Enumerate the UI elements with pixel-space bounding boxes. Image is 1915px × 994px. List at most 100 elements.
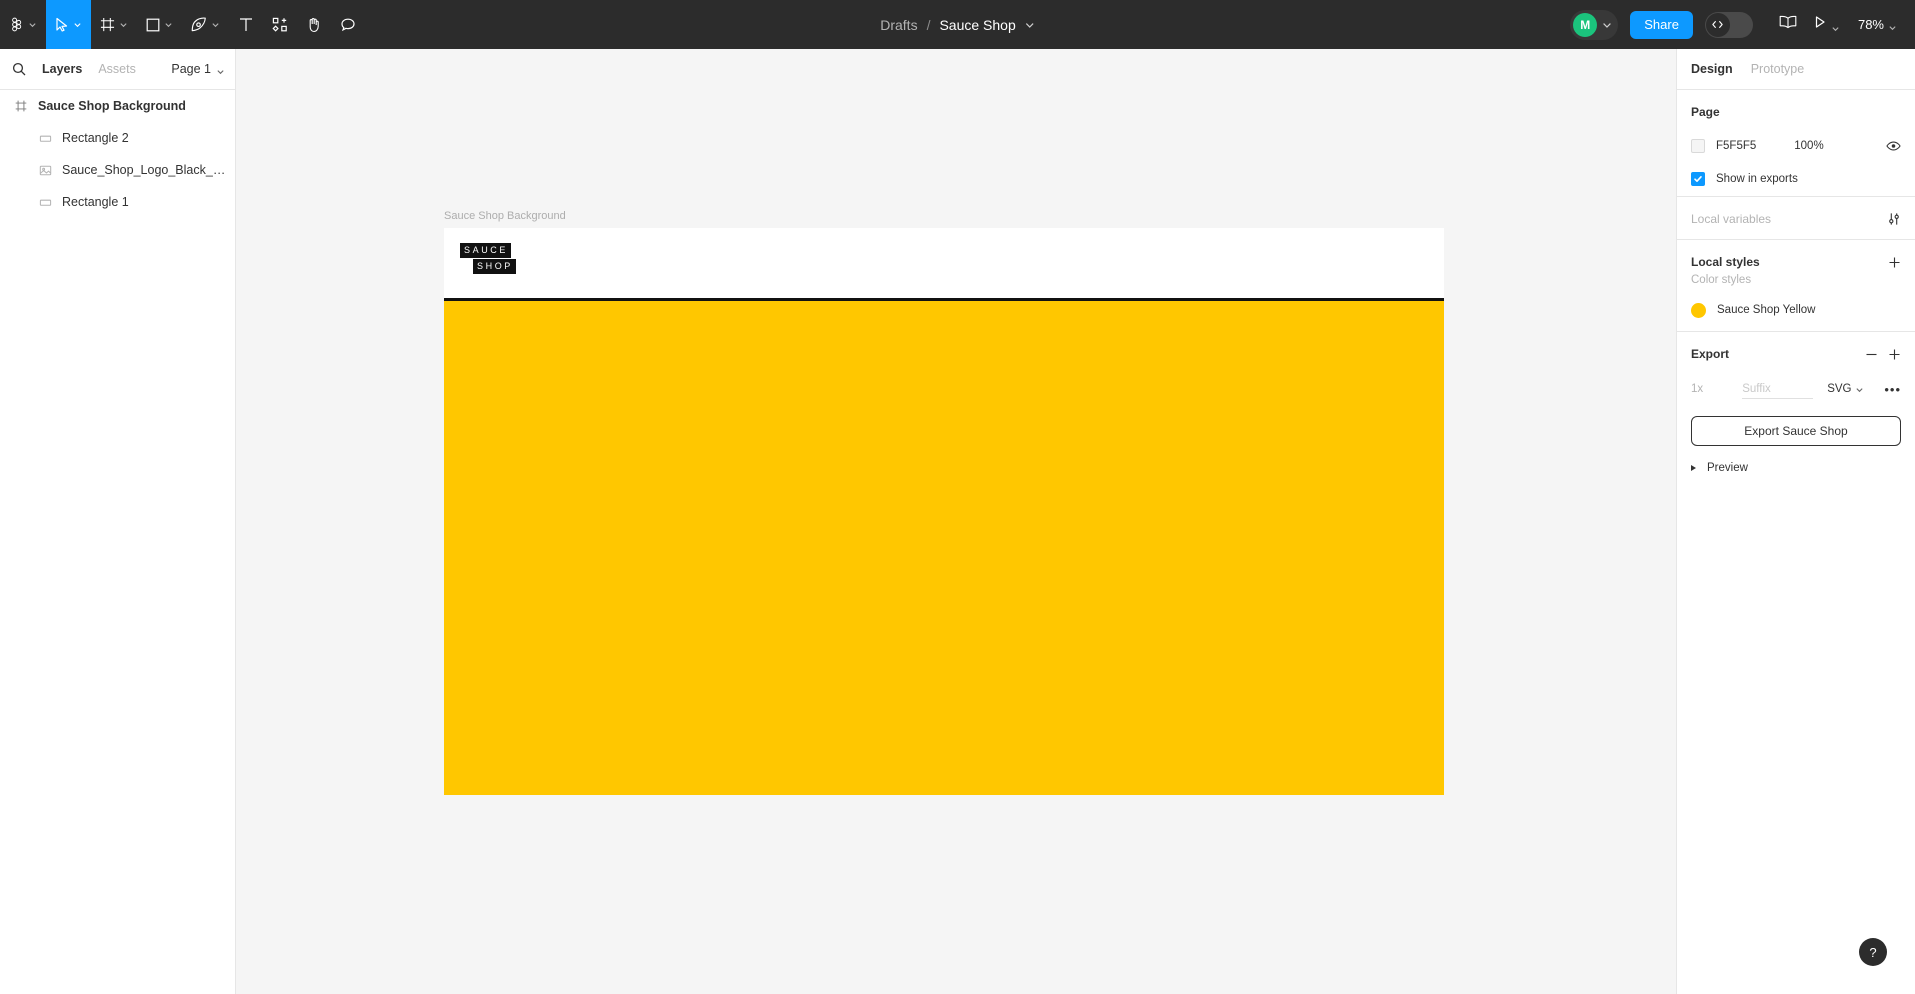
preview-disclosure[interactable]: Preview [1691, 462, 1901, 474]
figma-logo-icon [9, 17, 24, 32]
show-in-exports-label: Show in exports [1716, 173, 1798, 185]
breadcrumb-file-name[interactable]: Sauce Shop [939, 17, 1015, 33]
chevron-down-icon[interactable] [1025, 20, 1035, 30]
plus-icon[interactable] [1888, 348, 1901, 361]
library-button[interactable] [1771, 0, 1805, 49]
page-fill-opacity[interactable]: 100% [1794, 140, 1823, 152]
zoom-level-value: 78% [1857, 17, 1884, 32]
page-fill-row: F5F5F5 100% [1691, 134, 1901, 158]
sauce-shop-logo[interactable]: SAUCE SHOP [460, 243, 516, 274]
rectangle-2-white-band[interactable] [444, 228, 1444, 298]
layer-row-rectangle-1[interactable]: Rectangle 1 [0, 186, 235, 218]
chevron-down-icon [216, 65, 225, 74]
figma-menu-button[interactable] [0, 0, 46, 49]
tab-layers[interactable]: Layers [42, 62, 82, 76]
design-canvas[interactable]: Sauce Shop Background SAUCE SHOP [236, 49, 1676, 994]
breadcrumb: Drafts / Sauce Shop [880, 0, 1035, 49]
image-icon [37, 162, 53, 178]
triangle-right-icon [1691, 465, 1696, 471]
pen-icon [191, 17, 207, 32]
show-in-exports-checkbox[interactable] [1691, 172, 1705, 186]
minus-icon[interactable] [1865, 348, 1878, 361]
chevron-down-icon [28, 20, 37, 29]
frame-icon [13, 98, 29, 114]
frame-icon [100, 17, 115, 32]
layer-name: Rectangle 2 [62, 131, 129, 145]
export-title: Export [1691, 347, 1730, 361]
rectangle-icon [37, 194, 53, 210]
move-tool-button[interactable] [46, 0, 91, 49]
figma-app-window: Drafts / Sauce Shop M Share 78% Layers A… [0, 0, 1915, 994]
color-style-name: Sauce Shop Yellow [1717, 304, 1816, 316]
export-format-value: SVG [1827, 383, 1852, 395]
comment-icon [340, 17, 356, 33]
layer-row-sauce-shop-logo[interactable]: Sauce_Shop_Logo_Black_No_... [0, 154, 235, 186]
dev-mode-toggle[interactable] [1704, 11, 1753, 38]
chevron-down-icon [1831, 20, 1840, 32]
color-style-swatch[interactable] [1691, 302, 1706, 318]
left-sidebar-tabs: Layers Assets Page 1 [0, 49, 235, 90]
shape-tool-button[interactable] [137, 0, 182, 49]
frame-sauce-shop-background[interactable]: SAUCE SHOP [444, 228, 1444, 795]
logo-line-1: SAUCE [460, 243, 512, 258]
export-format-select[interactable]: SVG [1827, 383, 1884, 395]
layer-row-sauce-shop-background[interactable]: Sauce Shop Background [0, 90, 235, 122]
logo-line-2: SHOP [473, 259, 516, 274]
local-styles-section: Local styles Color styles Sauce Shop Yel… [1677, 240, 1915, 332]
breadcrumb-separator: / [926, 16, 931, 33]
page-section-title: Page [1691, 105, 1720, 119]
local-styles-header: Local styles [1691, 252, 1901, 272]
frame-tool-button[interactable] [91, 0, 137, 49]
comment-tool-button[interactable] [331, 0, 365, 49]
resources-tool-button[interactable] [263, 0, 297, 49]
local-variables-header: Local variables [1691, 209, 1901, 229]
components-icon [272, 17, 288, 33]
book-icon [1779, 14, 1797, 35]
share-button[interactable]: Share [1630, 10, 1693, 39]
color-style-sauce-shop-yellow[interactable]: Sauce Shop Yellow [1691, 299, 1901, 321]
tab-prototype[interactable]: Prototype [1751, 62, 1805, 76]
present-button[interactable] [1805, 0, 1848, 49]
export-suffix-input[interactable]: Suffix [1742, 383, 1814, 399]
local-variables-section: Local variables [1677, 197, 1915, 240]
chevron-down-icon [164, 20, 173, 29]
page-fill-swatch[interactable] [1691, 139, 1705, 153]
local-styles-title: Local styles [1691, 255, 1760, 269]
plus-icon[interactable] [1888, 256, 1901, 269]
eye-icon[interactable] [1886, 140, 1901, 152]
help-button[interactable]: ? [1859, 938, 1887, 966]
ellipsis-icon[interactable]: ••• [1884, 382, 1901, 397]
text-tool-button[interactable] [229, 0, 263, 49]
export-button[interactable]: Export Sauce Shop [1691, 416, 1901, 446]
sliders-icon[interactable] [1887, 212, 1901, 226]
page-selector[interactable]: Page 1 [171, 62, 225, 76]
tab-assets[interactable]: Assets [98, 62, 136, 76]
tab-design[interactable]: Design [1691, 62, 1733, 76]
preview-label: Preview [1707, 462, 1748, 474]
export-settings-row: 1x Suffix SVG ••• [1691, 378, 1901, 400]
page-section: Page F5F5F5 100% Show in exports [1677, 90, 1915, 197]
export-scale-input[interactable]: 1x [1691, 383, 1742, 395]
avatar: M [1573, 12, 1598, 37]
rectangle-1-yellow-body[interactable] [444, 301, 1444, 795]
local-variables-title: Local variables [1691, 212, 1772, 226]
layers-list: Sauce Shop Background Rectangle 2 Sauce_… [0, 90, 235, 218]
export-section: Export 1x Suffix SVG ••• Export Sauce Sh… [1677, 332, 1915, 484]
chevron-down-icon [1855, 385, 1864, 394]
user-avatar-menu[interactable]: M [1570, 9, 1619, 40]
page-fill-hex[interactable]: F5F5F5 [1716, 140, 1756, 152]
frame-label[interactable]: Sauce Shop Background [444, 210, 566, 222]
chevron-down-icon [119, 20, 128, 29]
code-icon [1705, 12, 1730, 37]
play-icon [1813, 15, 1827, 34]
toolbar-tools [0, 0, 365, 49]
hand-tool-button[interactable] [297, 0, 331, 49]
chevron-down-icon [1602, 20, 1612, 30]
export-header: Export [1691, 344, 1901, 364]
layer-row-rectangle-2[interactable]: Rectangle 2 [0, 122, 235, 154]
page-selector-label: Page 1 [171, 62, 211, 76]
search-icon[interactable] [12, 62, 26, 76]
pen-tool-button[interactable] [182, 0, 229, 49]
breadcrumb-parent[interactable]: Drafts [880, 17, 917, 33]
zoom-level-menu[interactable]: 78% [1848, 17, 1903, 32]
